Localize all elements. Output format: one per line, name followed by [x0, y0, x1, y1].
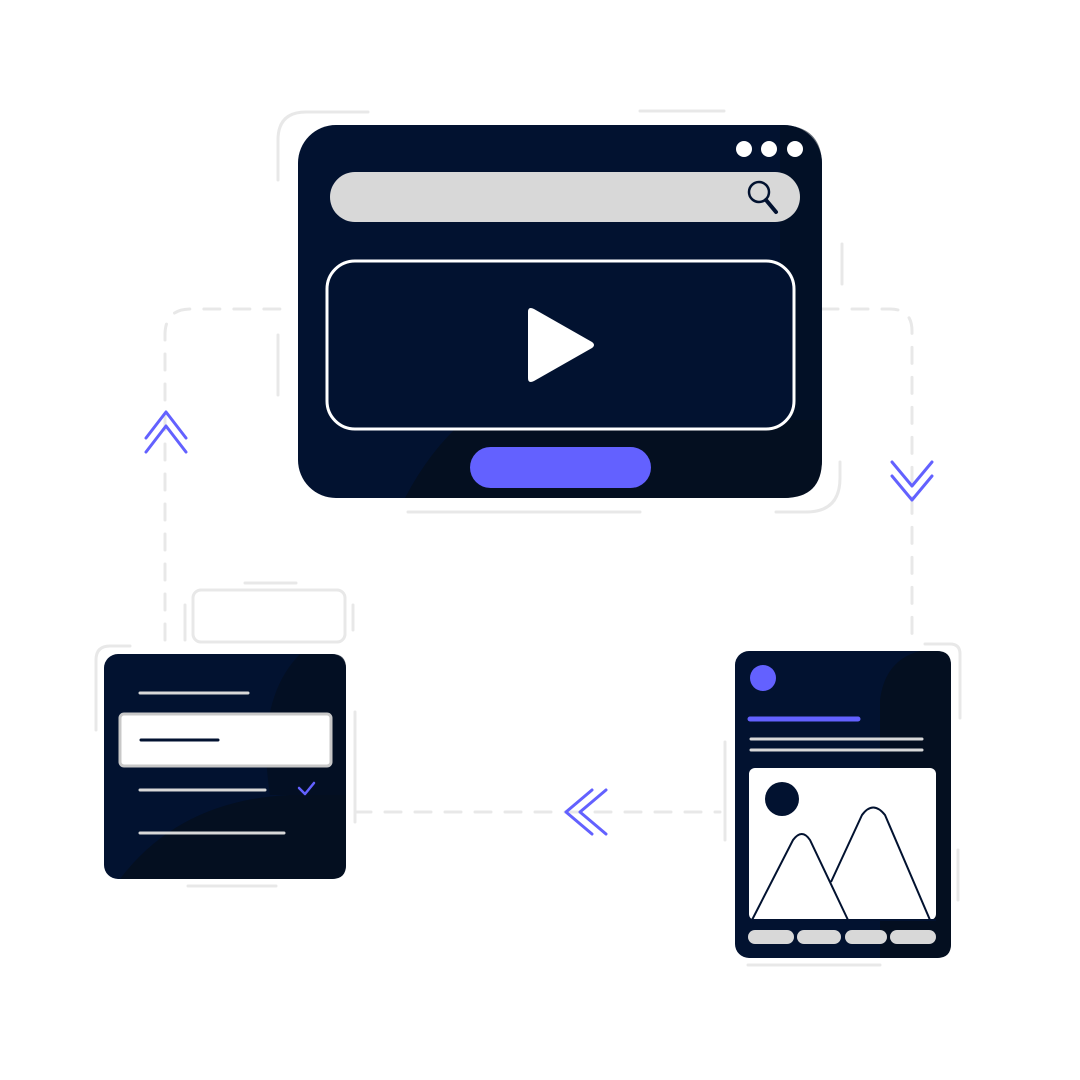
illustration: [0, 0, 1080, 1080]
window-dot: [736, 141, 752, 157]
browser-window: [298, 125, 822, 498]
window-dot: [761, 141, 777, 157]
illustration-canvas: [94, 109, 962, 967]
phone-tab[interactable]: [797, 930, 841, 944]
phone-tab[interactable]: [845, 930, 887, 944]
avatar[interactable]: [750, 665, 776, 691]
image-placeholder-icon: [749, 768, 936, 921]
window-dots: [736, 141, 803, 157]
phone-tab[interactable]: [748, 930, 794, 944]
window-dot: [787, 141, 803, 157]
phone-panel: [735, 651, 951, 958]
sun-icon: [765, 782, 799, 816]
phone-tab[interactable]: [890, 930, 936, 944]
list-panel: [104, 654, 346, 879]
accent-pill-button[interactable]: [470, 447, 651, 488]
search-bar[interactable]: [330, 172, 800, 222]
